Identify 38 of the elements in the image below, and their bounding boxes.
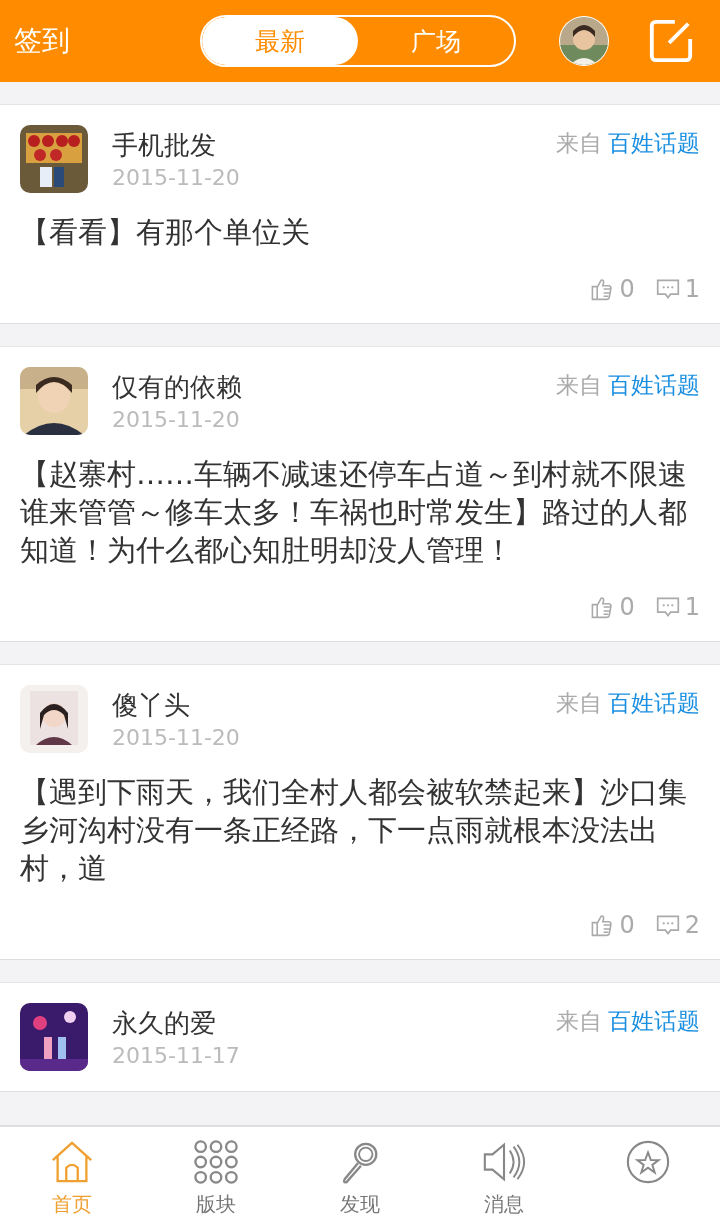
source-label: 来自 — [556, 130, 602, 156]
author-name[interactable]: 永久的爱 — [112, 1005, 556, 1041]
comment-icon[interactable] — [654, 913, 681, 937]
like-count: 0 — [619, 275, 635, 303]
source-link[interactable]: 百姓话题 — [608, 690, 700, 716]
tab[interactable]: 最新 — [202, 17, 358, 65]
author-name[interactable]: 仅有的依赖 — [112, 369, 556, 405]
post-date: 2015-11-17 — [112, 1042, 241, 1070]
comment-count: 1 — [684, 593, 700, 621]
post-text: 【看看】有那个单位关 — [20, 214, 311, 251]
checkin-button[interactable]: 签到 — [14, 22, 200, 60]
source-label: 来自 — [556, 690, 602, 716]
source-link[interactable]: 百姓话题 — [608, 130, 700, 156]
post-text: 【遇到下雨天，我们全村人都会被软禁起来】沙口集乡河沟村没有一条正经路，下一点雨就根本没法出村，道 — [20, 774, 688, 887]
post-date: 2015-11-20 — [112, 724, 241, 752]
tab-bar-item[interactable]: 消息 — [432, 1127, 576, 1224]
like-count: 0 — [619, 911, 635, 939]
tab-bar-item[interactable]: 首页 — [0, 1127, 144, 1224]
grid-icon — [193, 1139, 239, 1185]
comment-icon[interactable] — [654, 277, 681, 301]
source-link[interactable]: 百姓话题 — [608, 1008, 700, 1034]
source-label: 来自 — [556, 1008, 602, 1034]
post-date: 2015-11-20 — [112, 406, 241, 434]
source-label: 来自 — [556, 372, 602, 398]
like-count: 0 — [619, 593, 635, 621]
post-date: 2015-11-20 — [112, 164, 241, 192]
tab[interactable]: 广场 — [358, 17, 514, 65]
comment-icon[interactable] — [654, 595, 681, 619]
comment-count: 1 — [684, 275, 700, 303]
author-name[interactable]: 傻丫头 — [112, 687, 556, 723]
tab-bar-item[interactable]: 发现 — [288, 1127, 432, 1224]
author-name[interactable]: 手机批发 — [112, 127, 556, 163]
home-icon — [49, 1139, 95, 1185]
tab-bar-item[interactable]: 版块 — [144, 1127, 288, 1224]
comment-count: 2 — [684, 911, 700, 939]
source-link[interactable]: 百姓话题 — [608, 372, 700, 398]
post-text: 【赵寨村……车辆不减速还停车占道～到村就不限速谁来管管～修车太多！车祸也时常发生】路过的人都知道！为什么都心知肚明却没人管理！ — [20, 456, 688, 569]
edit-icon[interactable] — [648, 18, 694, 64]
